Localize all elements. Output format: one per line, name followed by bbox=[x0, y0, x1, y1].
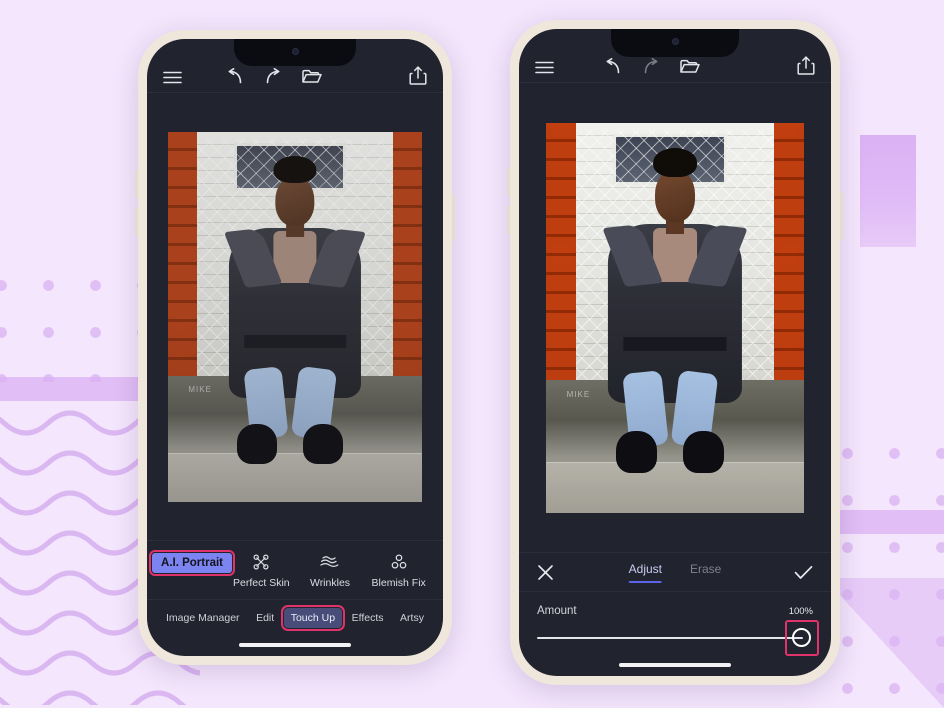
phone-notch bbox=[611, 29, 739, 57]
phone-notch bbox=[234, 39, 356, 66]
phone-mockup-right: MIKE Adjust Erase Amount 100% bbox=[507, 20, 843, 685]
tab-adjust[interactable]: Adjust bbox=[628, 562, 663, 583]
photo-subject-boot-right bbox=[302, 423, 344, 465]
blemish-fix-icon bbox=[390, 553, 408, 571]
menu-icon[interactable] bbox=[535, 60, 554, 75]
photo-subject-face bbox=[275, 175, 315, 226]
undo-icon[interactable] bbox=[225, 67, 245, 85]
share-icon[interactable] bbox=[409, 66, 427, 85]
slider-thumb-highlight bbox=[785, 620, 819, 656]
phone-mockup-left: MIKE A.I. Portrait Perfect Skin Wrinkles bbox=[135, 30, 455, 665]
photo-subject-belt bbox=[623, 337, 727, 351]
wrinkles-icon bbox=[320, 553, 340, 571]
horizontal-band-right bbox=[826, 510, 944, 534]
tool-blemish-fix-label: Blemish Fix bbox=[371, 577, 426, 589]
photo-subject-boot-left bbox=[236, 423, 278, 465]
photo-subject-boot-left bbox=[615, 430, 657, 474]
tool-perfect-skin[interactable]: Perfect Skin bbox=[227, 553, 296, 589]
undo-icon[interactable] bbox=[603, 57, 623, 75]
nav-item-touch-up[interactable]: Touch Up bbox=[280, 605, 346, 631]
volume-up-button[interactable] bbox=[135, 170, 138, 198]
nav-item-image-manager[interactable]: Image Manager bbox=[159, 608, 247, 628]
power-button[interactable] bbox=[452, 195, 455, 241]
tool-wrinkles[interactable]: Wrinkles bbox=[296, 553, 365, 589]
phone-screen-right: MIKE Adjust Erase Amount 100% bbox=[519, 29, 831, 676]
purple-block-right bbox=[860, 135, 916, 247]
slider-track-line bbox=[537, 637, 803, 639]
portrait-photo-enhanced[interactable]: MIKE bbox=[546, 122, 804, 513]
home-indicator-bar[interactable] bbox=[619, 663, 731, 667]
home-indicator-bar[interactable] bbox=[239, 643, 351, 647]
power-button[interactable] bbox=[840, 192, 843, 240]
nav-item-artsy[interactable]: Artsy bbox=[393, 608, 431, 628]
photo-curb bbox=[168, 453, 422, 502]
photo-subject-hair bbox=[653, 147, 697, 178]
front-camera bbox=[291, 47, 299, 55]
volume-up-button[interactable] bbox=[507, 168, 510, 196]
tab-erase[interactable]: Erase bbox=[690, 562, 721, 583]
amount-slider-header: Amount 100% bbox=[537, 605, 813, 617]
amount-label: Amount bbox=[537, 605, 577, 617]
nav-item-effects[interactable]: Effects bbox=[345, 608, 391, 628]
volume-down-button[interactable] bbox=[135, 208, 138, 236]
phone-screen-left: MIKE A.I. Portrait Perfect Skin Wrinkles bbox=[147, 39, 443, 656]
close-icon[interactable] bbox=[537, 564, 554, 581]
photo-subject-belt bbox=[244, 335, 346, 348]
amount-slider-block: Amount 100% bbox=[519, 591, 831, 656]
photo-subject-hair bbox=[273, 155, 317, 184]
tool-wrinkles-label: Wrinkles bbox=[309, 577, 351, 589]
adjust-panel-header: Adjust Erase bbox=[519, 552, 831, 591]
share-icon[interactable] bbox=[797, 56, 815, 75]
portrait-photo-original[interactable]: MIKE bbox=[168, 131, 422, 502]
touchup-tools-row: A.I. Portrait Perfect Skin Wrinkles Blem… bbox=[147, 540, 443, 599]
amount-slider[interactable] bbox=[537, 620, 819, 656]
front-camera bbox=[671, 38, 679, 45]
menu-icon[interactable] bbox=[163, 70, 182, 85]
photo-canvas-right[interactable]: MIKE bbox=[519, 83, 831, 552]
photo-subject-boot-right bbox=[682, 430, 724, 474]
check-icon[interactable] bbox=[794, 565, 813, 580]
photo-subject-face bbox=[655, 169, 695, 222]
open-folder-icon[interactable] bbox=[679, 57, 700, 75]
perfect-skin-icon bbox=[252, 553, 270, 571]
photo-canvas-left[interactable]: MIKE bbox=[147, 93, 443, 540]
photo-curb bbox=[546, 461, 804, 513]
tool-perfect-skin-label: Perfect Skin bbox=[233, 577, 290, 589]
redo-icon[interactable] bbox=[263, 67, 283, 85]
nav-item-edit[interactable]: Edit bbox=[249, 608, 281, 628]
redo-icon[interactable] bbox=[641, 57, 661, 75]
tool-ai-portrait-label[interactable]: A.I. Portrait bbox=[149, 550, 235, 576]
amount-value: 100% bbox=[788, 606, 813, 617]
volume-down-button[interactable] bbox=[507, 206, 510, 234]
photo-watermark: MIKE bbox=[188, 385, 212, 395]
home-indicator-left[interactable] bbox=[147, 634, 443, 656]
diagonal-triangle-right bbox=[824, 578, 944, 708]
main-nav-row: Image Manager Edit Touch Up Effects Arts… bbox=[147, 599, 443, 634]
photo-watermark: MIKE bbox=[566, 390, 591, 400]
open-folder-icon[interactable] bbox=[301, 67, 323, 85]
home-indicator-right[interactable] bbox=[519, 654, 831, 676]
adjust-tab-group: Adjust Erase bbox=[628, 562, 721, 583]
tool-blemish-fix[interactable]: Blemish Fix bbox=[364, 553, 433, 589]
tool-ai-portrait[interactable]: A.I. Portrait bbox=[149, 550, 235, 576]
